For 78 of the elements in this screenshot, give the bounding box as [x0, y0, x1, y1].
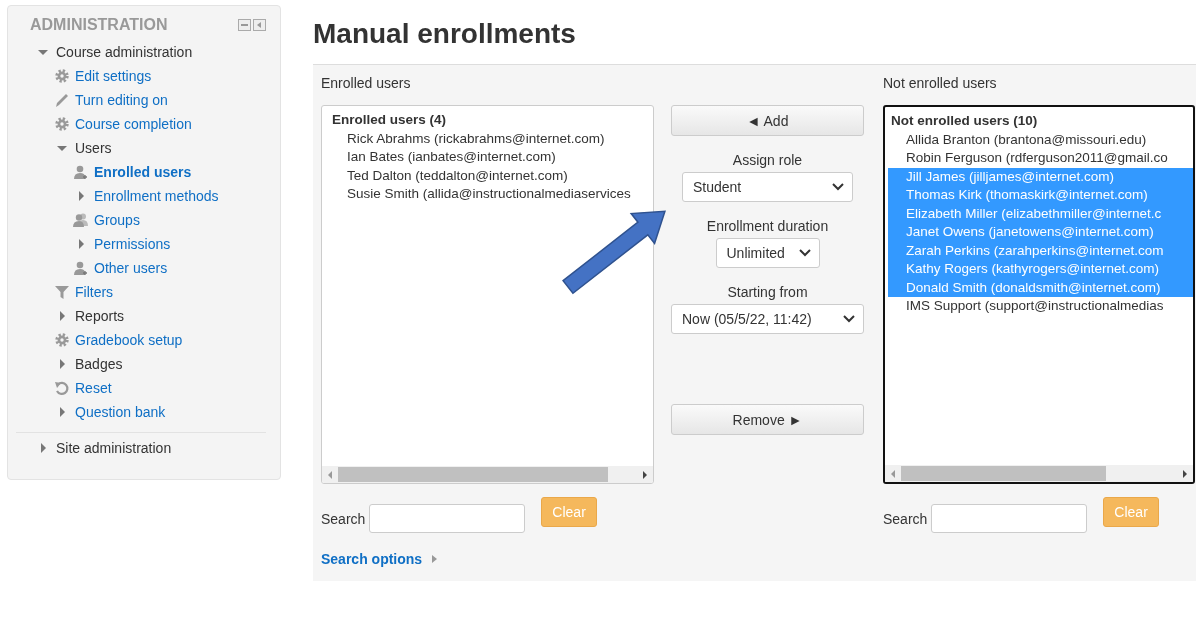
field-label: Enrollment duration	[706, 218, 829, 234]
remove-button[interactable]: Remove ►	[671, 404, 864, 435]
user-listbox[interactable]	[883, 105, 1195, 484]
tree-item[interactable]: Badges	[75, 356, 123, 372]
tree-item[interactable]: Edit settings	[75, 68, 152, 84]
user-option[interactable]: Thomas Kirk (thomaskirk@internet.com)	[888, 186, 1193, 205]
list-caption: Enrolled users	[321, 75, 412, 93]
tree-item[interactable]: Course administration	[56, 44, 193, 60]
chevron-icon	[832, 183, 844, 191]
expander-icon[interactable]	[38, 47, 48, 57]
expander-icon[interactable]	[76, 239, 86, 249]
tree-item[interactable]: Gradebook setup	[75, 332, 183, 348]
user-option[interactable]: Ted Dalton (teddalton@internet.com)	[332, 166, 653, 185]
user-option[interactable]: Ian Bates (ianbates@internet.com)	[332, 148, 653, 167]
tree-item[interactable]: Course completion	[75, 116, 192, 132]
expander-icon[interactable]	[57, 143, 67, 153]
user-option[interactable]: Susie Smith (allida@instructionalmediaservices	[332, 185, 653, 204]
list-group-label: Enrolled users (4)	[332, 111, 448, 129]
page-title: Manual enrollments	[313, 18, 577, 50]
tree-item[interactable]: Turn editing on	[75, 92, 168, 108]
user-option[interactable]: Kathy Rogers (kathyrogers@internet.com)	[888, 260, 1193, 279]
horizontal-scrollbar[interactable]	[885, 465, 1193, 482]
user-icon	[73, 164, 89, 180]
pencil-icon	[54, 92, 70, 108]
gear-icon	[54, 68, 70, 84]
expander-icon[interactable]	[430, 554, 439, 564]
search-field[interactable]	[369, 504, 526, 533]
tree-item[interactable]: Filters	[75, 284, 114, 300]
user-option[interactable]: Robin Ferguson (rdferguson2011@gmail.co	[891, 149, 1193, 168]
horizontal-scrollbar[interactable]	[322, 466, 653, 483]
scroll-right-icon[interactable]	[1181, 468, 1189, 479]
tree-item[interactable]: Question bank	[75, 404, 166, 420]
tree-item[interactable]: Enrollment methods	[94, 188, 219, 204]
user-option[interactable]: Allida Branton (brantona@missouri.edu)	[891, 130, 1193, 149]
expander-icon[interactable]	[76, 191, 86, 201]
dock-icon[interactable]	[238, 19, 251, 31]
search-label: Search	[883, 510, 928, 527]
tree-item[interactable]: Groups	[94, 212, 140, 228]
expander-icon[interactable]	[57, 311, 67, 321]
scroll-right-icon[interactable]	[641, 469, 649, 480]
search-options-link[interactable]: Search options	[321, 551, 423, 567]
expander-icon[interactable]	[57, 359, 67, 369]
group-icon	[73, 212, 89, 228]
tree-item[interactable]: Enrolled users	[94, 164, 192, 180]
user-listbox[interactable]: Enrolled users (4) Rick Abrahms (rickabrahms@internet.com) Ian Bates (ianbates@internet.com) Ted Dalton (teddalton@internet.com) Susie Smith (allida@instructionalmediaservices	[321, 105, 654, 484]
user-option[interactable]: Jill James (jilljames@internet.com)	[888, 167, 1193, 186]
tree-item[interactable]: Other users	[94, 260, 168, 276]
reset-icon	[54, 380, 70, 396]
duration-select[interactable]: Unlimited	[715, 238, 820, 268]
user-icon	[73, 260, 89, 276]
tree-item[interactable]: Reset	[75, 380, 112, 396]
tree-item[interactable]: Users	[75, 140, 112, 156]
chevron-icon	[798, 249, 811, 257]
add-button[interactable]: ◄ Add	[671, 105, 864, 136]
role-select[interactable]: Student	[682, 172, 853, 202]
tree-item[interactable]: Permissions	[94, 236, 171, 252]
gear-icon	[54, 332, 70, 348]
scroll-left-icon[interactable]	[889, 468, 897, 479]
user-option[interactable]: IMS Support (support@instructionalmedias	[891, 297, 1193, 316]
user-option[interactable]: Janet Owens (janetowens@internet.com)	[888, 223, 1193, 242]
field-label: Assign role	[732, 152, 803, 168]
search-field[interactable]	[931, 504, 1088, 533]
tree-item[interactable]: Reports	[75, 308, 125, 324]
list-caption: Not enrolled users	[883, 75, 998, 93]
gear-icon	[54, 116, 70, 132]
block-title: ADMINISTRATION	[30, 16, 168, 34]
collapse-icon[interactable]	[253, 19, 266, 31]
funnel-icon	[54, 284, 70, 300]
expander-icon[interactable]	[38, 443, 48, 453]
scroll-left-icon[interactable]	[326, 469, 334, 480]
field-label: Starting from	[727, 284, 808, 300]
expander-icon[interactable]	[57, 407, 67, 417]
search-label: Search	[321, 510, 366, 527]
list-group-label: Not enrolled users (10)	[891, 112, 1039, 130]
chevron-icon	[843, 315, 855, 323]
start-date-select[interactable]: Now (05/5/22, 11:42)	[671, 304, 864, 334]
tree-item[interactable]: Site administration	[56, 440, 172, 456]
user-option[interactable]: Rick Abrahms (rickabrahms@internet.com)	[332, 129, 653, 148]
